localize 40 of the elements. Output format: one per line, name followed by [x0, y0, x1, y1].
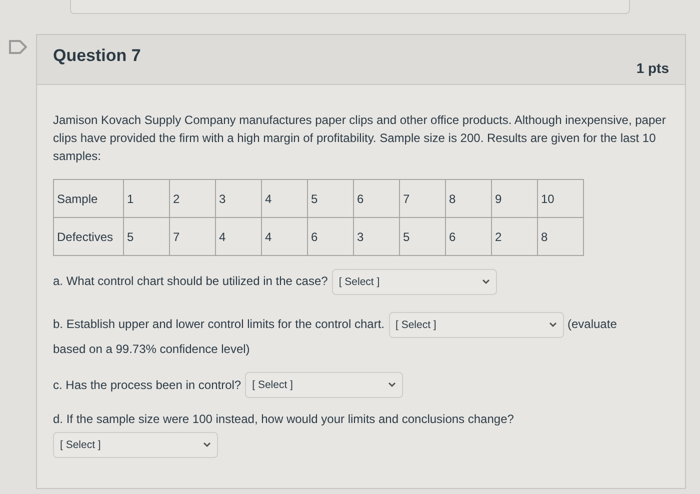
question-prompt: a. What control chart should be utilized in the case? [53, 274, 328, 288]
question-prompt: c. Has the process been in control? [53, 378, 242, 392]
table-cell: 3 [354, 218, 400, 256]
table-cell: 4 [262, 218, 308, 256]
chevron-down-icon [482, 278, 490, 285]
flag-icon[interactable] [9, 40, 27, 54]
question-prompt: b. Establish upper and lower control limits for the control chart. [53, 316, 384, 331]
table-cell: 9 [492, 180, 538, 218]
question-note: (evaluate [568, 316, 617, 331]
table-cell: 8 [446, 180, 492, 218]
table-cell: 2 [170, 180, 216, 218]
chevron-down-icon [388, 382, 396, 388]
question-note: based on a 99.73% confidence level) [53, 340, 251, 358]
table-cell: 5 [124, 218, 170, 256]
table-cell: 4 [262, 180, 308, 218]
table-cell: 1 [124, 180, 170, 218]
table-cell: 3 [216, 180, 262, 218]
table-cell: 6 [308, 218, 354, 256]
select-dropdown[interactable]: [ Select ] [332, 268, 497, 295]
question-title: Question 7 [53, 45, 141, 67]
question-prompt: d. If the sample size were 100 instead, how would your limits and conclusions change? [53, 411, 515, 428]
question-text: Jamison Kovach Supply Company manufactures paper clips and other office products. Although inexpensive, paper clips have provided the firm with a high margin of profitability. Sample size is 200. Results are given for the last 10 samples: [53, 112, 667, 165]
table-cell: 7 [400, 180, 446, 218]
chevron-down-icon [203, 442, 211, 448]
row-header: Sample [54, 180, 124, 218]
table-cell: 6 [446, 218, 492, 256]
table-cell: 10 [538, 180, 584, 218]
select-dropdown[interactable]: [ Select ] [53, 432, 218, 458]
row-header: Defectives [54, 218, 124, 256]
chevron-down-icon [548, 322, 556, 328]
points-label: 1 pts [636, 59, 669, 78]
table-cell: 2 [492, 218, 538, 256]
table-cell: 7 [170, 218, 216, 256]
table-cell: 6 [354, 180, 400, 218]
table-cell: 5 [308, 180, 354, 218]
table-cell: 8 [538, 218, 584, 256]
select-dropdown[interactable]: [ Select ] [245, 372, 404, 398]
table-cell: 5 [400, 218, 446, 256]
table-cell: 4 [216, 218, 262, 256]
select-dropdown[interactable]: [ Select ] [388, 312, 564, 338]
